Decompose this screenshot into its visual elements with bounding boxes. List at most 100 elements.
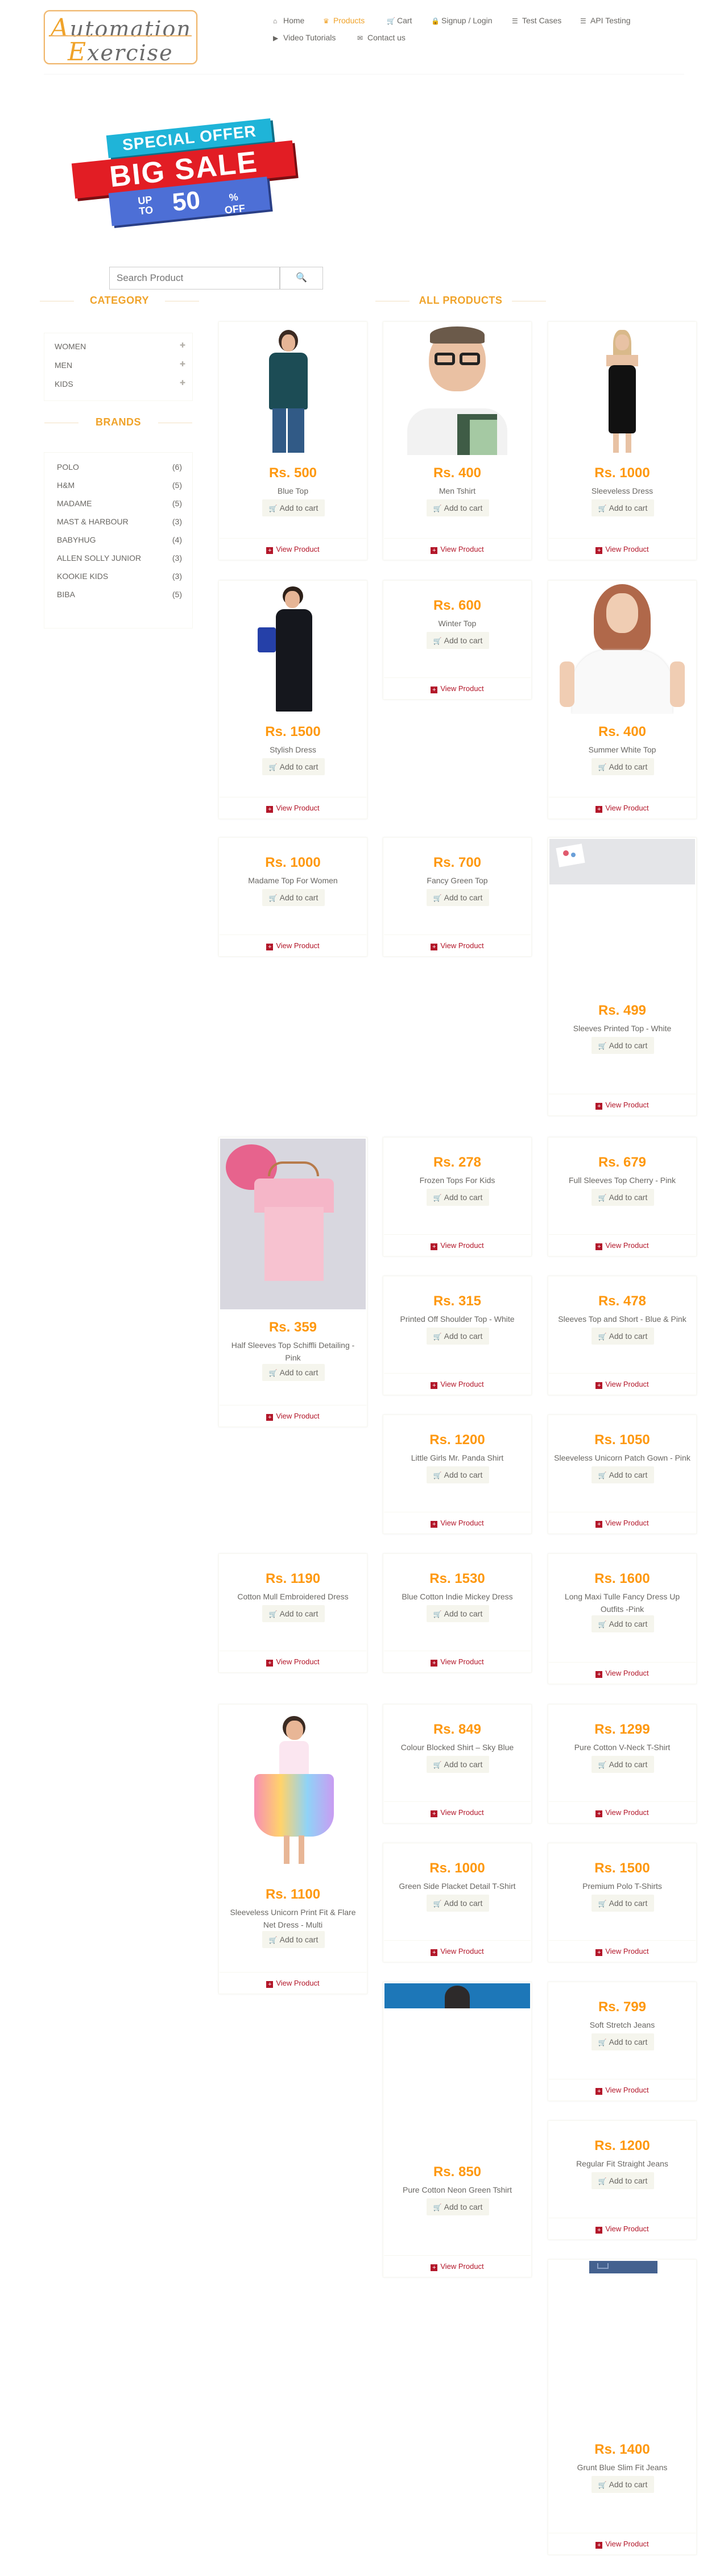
product-image — [549, 323, 695, 455]
view-product-link[interactable]: + View Product — [219, 804, 367, 813]
view-product-link[interactable]: + View Product — [548, 804, 696, 813]
add-to-cart-button[interactable]: 🛒 Add to cart — [592, 499, 654, 516]
add-to-cart-button[interactable]: 🛒 Add to cart — [262, 758, 325, 775]
plus-square-icon: + — [431, 944, 438, 950]
view-product-link[interactable]: + View Product — [548, 545, 696, 554]
view-product-link[interactable]: + View Product — [548, 1241, 696, 1250]
view-product-link[interactable]: + View Product — [383, 1380, 531, 1389]
view-product-link[interactable]: + View Product — [383, 1947, 531, 1956]
product-card: Rs. 400 Summer White Top 🛒 Add to cart + View… — [548, 580, 697, 819]
plus-square-icon: + — [431, 687, 438, 693]
product-image — [220, 582, 366, 714]
product-price: Rs. 1190 — [265, 1571, 321, 1586]
view-product-link[interactable]: + View Product — [383, 941, 531, 950]
brand-allen-solly-junior[interactable]: ALLEN SOLLY JUNIOR (3) — [57, 553, 182, 563]
view-product-link[interactable]: + View Product — [548, 1519, 696, 1528]
search-input[interactable] — [109, 267, 280, 290]
view-product-link[interactable]: + View Product — [548, 2224, 696, 2234]
cart-icon: 🛒 — [268, 894, 278, 902]
site-logo[interactable]: Automation Exercise — [44, 10, 197, 67]
product-price: Rs. 315 — [433, 1293, 482, 1309]
view-product-link[interactable]: + View Product — [548, 1808, 696, 1817]
add-to-cart-button[interactable]: 🛒 Add to cart — [262, 1605, 325, 1622]
nav-api-testing[interactable]: ☰ API Testing — [580, 16, 631, 25]
add-to-cart-button[interactable]: 🛒 Add to cart — [427, 1605, 489, 1622]
cart-icon: 🛒 — [598, 1042, 607, 1050]
add-to-cart-button[interactable]: 🛒 Add to cart — [262, 1364, 325, 1381]
search-button[interactable]: 🔍 — [280, 267, 323, 290]
plus-square-icon: + — [595, 2227, 603, 2234]
nav-video-tutorials[interactable]: ▶ Video Tutorials — [273, 33, 336, 42]
view-product-link[interactable]: + View Product — [548, 2086, 696, 2095]
add-to-cart-button[interactable]: 🛒 Add to cart — [592, 1615, 654, 1632]
add-to-cart-button[interactable]: 🛒 Add to cart — [592, 1895, 654, 1912]
add-to-cart-button[interactable]: 🛒 Add to cart — [427, 1895, 489, 1912]
add-to-cart-button[interactable]: 🛒 Add to cart — [427, 632, 489, 649]
add-to-cart-button[interactable]: 🛒 Add to cart — [427, 1466, 489, 1483]
view-product-link[interactable]: + View Product — [383, 1657, 531, 1667]
add-to-cart-button[interactable]: 🛒 Add to cart — [592, 1037, 654, 1054]
view-product-link[interactable]: + View Product — [548, 1947, 696, 1956]
nav-home[interactable]: ⌂ Home — [273, 16, 304, 25]
view-product-link[interactable]: + View Product — [219, 1979, 367, 1988]
add-to-cart-button[interactable]: 🛒 Add to cart — [427, 2198, 489, 2215]
add-to-cart-button[interactable]: 🛒 Add to cart — [262, 889, 325, 906]
add-to-cart-button[interactable]: 🛒 Add to cart — [592, 2033, 654, 2050]
view-product-link[interactable]: + View Product — [548, 1101, 696, 1110]
cart-icon: 🛒 — [433, 1194, 442, 1202]
plus-square-icon: + — [595, 806, 603, 813]
cart-icon: 🛒 — [598, 763, 607, 771]
nav-signup-login[interactable]: 🔒 Signup / Login — [431, 16, 493, 25]
arm-right — [670, 661, 685, 707]
add-to-cart-button[interactable]: 🛒 Add to cart — [427, 1756, 489, 1773]
add-to-cart-button[interactable]: 🛒 Add to cart — [427, 499, 489, 516]
brand-madame[interactable]: MADAME (5) — [57, 499, 182, 508]
view-product-link[interactable]: + View Product — [219, 1412, 367, 1421]
cart-icon: 🛒 — [268, 1936, 278, 1944]
product-card: Rs. 1050 Sleeveless Unicorn Patch Gown - … — [548, 1415, 697, 1534]
add-to-cart-button[interactable]: 🛒 Add to cart — [262, 499, 325, 516]
plus-square-icon: + — [595, 1810, 603, 1817]
plus-square-icon: + — [595, 1382, 603, 1389]
product-name: Pure Cotton V-Neck T-Shirt — [574, 1743, 671, 1752]
brand-biba[interactable]: BIBA (5) — [57, 590, 182, 599]
add-to-cart-button[interactable]: 🛒 Add to cart — [592, 1328, 654, 1345]
view-product-link[interactable]: + View Product — [383, 1519, 531, 1528]
brand-kookie-kids[interactable]: KOOKIE KIDS (3) — [57, 572, 182, 581]
add-to-cart-button[interactable]: 🛒 Add to cart — [262, 1931, 325, 1948]
view-product-link[interactable]: + View Product — [219, 1657, 367, 1667]
view-product-link[interactable]: + View Product — [548, 1380, 696, 1389]
brand-mast-harbour[interactable]: MAST & HARBOUR (3) — [57, 517, 182, 526]
add-to-cart-button[interactable]: 🛒 Add to cart — [592, 2172, 654, 2189]
nav-test-cases[interactable]: ☰ Test Cases — [512, 16, 561, 25]
product-price: Rs. 600 — [433, 598, 482, 613]
add-to-cart-button[interactable]: 🛒 Add to cart — [592, 1466, 654, 1483]
category-men[interactable]: MEN ✚ — [55, 360, 185, 370]
product-image — [220, 1139, 366, 1309]
view-product-link[interactable]: + View Product — [383, 2262, 531, 2271]
brand-babyhug[interactable]: BABYHUG (4) — [57, 535, 182, 544]
add-to-cart-button[interactable]: 🛒 Add to cart — [427, 889, 489, 906]
category-kids[interactable]: KIDS ✚ — [55, 379, 185, 388]
add-to-cart-button[interactable]: 🛒 Add to cart — [427, 1189, 489, 1206]
add-to-cart-button[interactable]: 🛒 Add to cart — [592, 2476, 654, 2493]
brand-polo[interactable]: POLO (6) — [57, 462, 182, 472]
view-product-link[interactable]: + View Product — [383, 545, 531, 554]
view-product-link[interactable]: + View Product — [548, 1669, 696, 1678]
nav-contact-us[interactable]: ✉ Contact us — [357, 33, 406, 42]
view-product-link[interactable]: + View Product — [383, 1241, 531, 1250]
add-to-cart-button[interactable]: 🛒 Add to cart — [592, 1189, 654, 1206]
brand-hm[interactable]: H&M (5) — [57, 481, 182, 490]
nav-cart[interactable]: 🛒 Cart — [387, 16, 412, 25]
add-to-cart-button[interactable]: 🛒 Add to cart — [427, 1328, 489, 1345]
category-women[interactable]: WOMEN ✚ — [55, 341, 185, 351]
view-product-link[interactable]: + View Product — [383, 684, 531, 693]
add-to-cart-button[interactable]: 🛒 Add to cart — [592, 758, 654, 775]
cart-icon: 🛒 — [598, 1471, 607, 1479]
view-product-link[interactable]: + View Product — [383, 1808, 531, 1817]
nav-products[interactable]: ♛ Products — [323, 16, 365, 25]
view-product-link[interactable]: + View Product — [219, 545, 367, 554]
view-product-link[interactable]: + View Product — [219, 941, 367, 950]
add-to-cart-button[interactable]: 🛒 Add to cart — [592, 1756, 654, 1773]
view-product-link[interactable]: + View Product — [548, 2540, 696, 2549]
